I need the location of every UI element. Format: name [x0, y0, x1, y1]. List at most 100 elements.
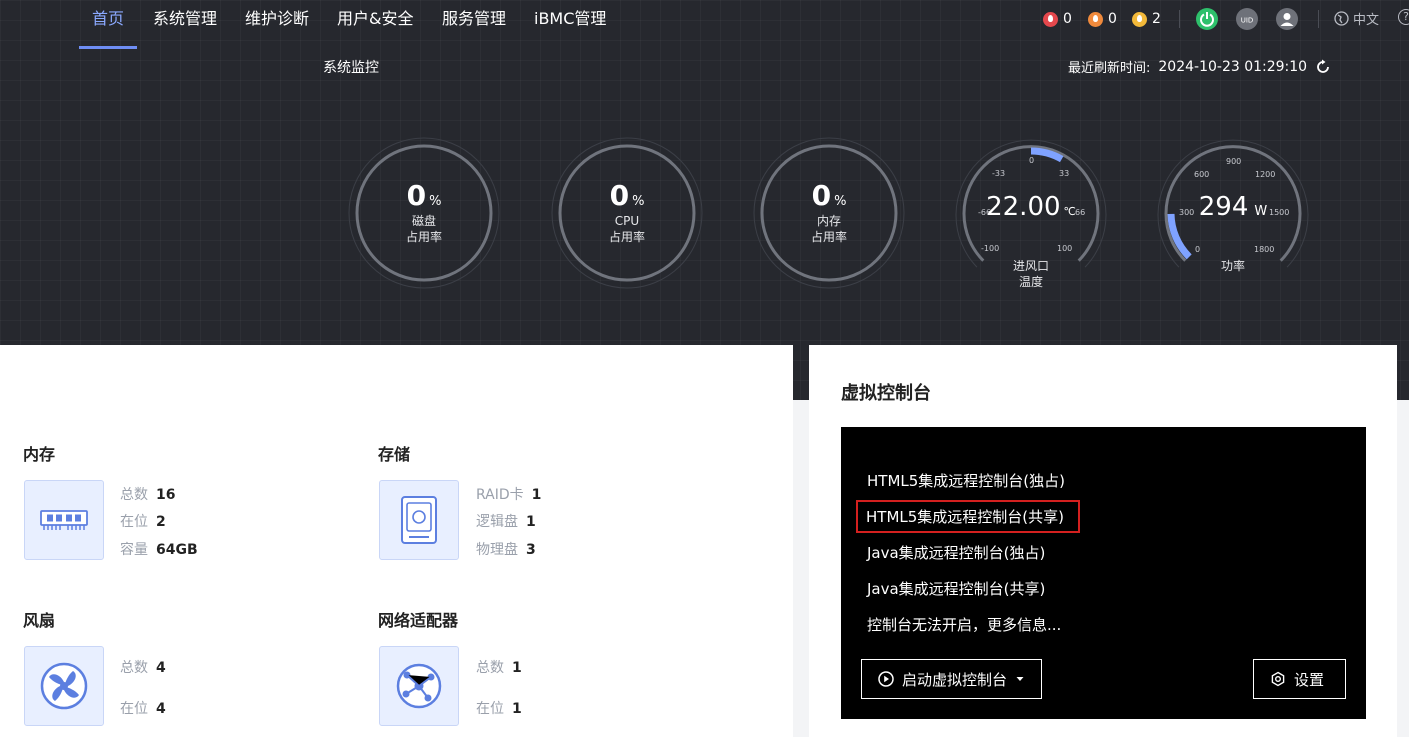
power-tick: 1200 — [1255, 170, 1276, 179]
network-adapter-icon[interactable] — [379, 646, 459, 726]
memory-capacity-value: 64GB — [156, 542, 198, 558]
storage-card-title[interactable]: 存储 — [378, 441, 410, 465]
html5-console-shared-link[interactable]: HTML5集成远程控制台(共享) — [856, 500, 1080, 533]
virtual-console-panel: 虚拟控制台 HTML5集成远程控制台(独占) HTML5集成远程控制台(共享) … — [809, 345, 1397, 737]
nav-home[interactable]: 首页 — [92, 0, 124, 50]
console-settings-label: 设置 — [1294, 670, 1325, 689]
inlet-temperature-value: 22.00 — [986, 192, 1061, 222]
refresh-icon[interactable] — [1315, 59, 1331, 75]
launch-virtual-console-label: 启动虚拟控制台 — [902, 670, 1008, 689]
fan-present-value: 4 — [156, 701, 166, 717]
network-present-label: 在位 — [476, 701, 504, 717]
memory-capacity-label: 容量 — [120, 542, 148, 558]
nav-maintenance-diagnosis[interactable]: 维护诊断 — [245, 0, 309, 50]
fan-total-label: 总数 — [120, 660, 148, 676]
top-navigation: 首页 系统管理 维护诊断 用户&安全 服务管理 iBMC管理 0 0 2 UID… — [0, 0, 1409, 50]
nav-user-security[interactable]: 用户&安全 — [337, 0, 413, 50]
physical-drive-value: 3 — [526, 542, 536, 558]
html5-console-exclusive-link[interactable]: HTML5集成远程控制台(独占) — [867, 470, 1065, 491]
physical-drive-label: 物理盘 — [476, 542, 518, 558]
help-icon[interactable]: ? — [1398, 9, 1409, 25]
memory-card-title[interactable]: 内存 — [23, 441, 55, 465]
network-total-label: 总数 — [476, 660, 504, 676]
disk-usage-value: 0 — [406, 179, 427, 212]
memory-usage-gauge: 0% 内存 占用率 — [753, 137, 905, 289]
temp-tick: -33 — [992, 169, 1006, 178]
disk-usage-sublabel: 占用率 — [405, 230, 442, 244]
user-avatar-icon[interactable] — [1276, 8, 1298, 30]
power-status-icon[interactable] — [1196, 8, 1218, 30]
power-tick: 0 — [1195, 245, 1201, 254]
hardware-overview-panel: 内存 总数 16 在位 2 容量 64GB 存储 RAID卡 1 逻辑盘 1 物理盘 3 风… — [0, 345, 793, 737]
major-alarm-value: 0 — [1108, 11, 1117, 27]
caret-down-icon — [1016, 677, 1024, 681]
power-tick: 900 — [1226, 157, 1242, 166]
memory-usage-sublabel: 占用率 — [810, 230, 847, 244]
logical-drive-label: 逻辑盘 — [476, 514, 518, 530]
system-monitor-title: 系统监控 — [323, 60, 379, 76]
language-switch[interactable]: 中文 — [1334, 9, 1379, 28]
nav-active-indicator — [79, 46, 137, 49]
virtual-console-title: 虚拟控制台 — [841, 383, 931, 404]
console-settings-button[interactable]: 设置 — [1253, 659, 1346, 699]
cpu-usage-value: 0 — [609, 179, 630, 212]
memory-icon[interactable] — [24, 480, 104, 560]
fan-icon[interactable] — [24, 646, 104, 726]
fan-card-title[interactable]: 风扇 — [23, 607, 55, 631]
power-tick: 1800 — [1254, 245, 1275, 254]
globe-icon — [1334, 11, 1349, 26]
power-label: 功率 — [1220, 259, 1245, 273]
refresh-info: 最近刷新时间: 2024-10-23 01:29:10 — [1068, 57, 1331, 76]
gear-icon — [1271, 671, 1285, 687]
raid-card-value: 1 — [531, 487, 542, 503]
nav-ibmc-management[interactable]: iBMC管理 — [534, 0, 606, 50]
cpu-usage-unit: % — [632, 194, 645, 209]
storage-icon[interactable] — [379, 480, 459, 560]
critical-alarm-value: 0 — [1063, 11, 1072, 27]
inlet-temperature-sublabel: 温度 — [1018, 275, 1043, 289]
console-help-link[interactable]: 控制台无法开启，更多信息... — [867, 614, 1061, 635]
nav-service-management[interactable]: 服务管理 — [442, 0, 506, 50]
power-unit: W — [1254, 204, 1268, 219]
cpu-usage-sublabel: 占用率 — [608, 230, 645, 244]
disk-usage-label: 磁盘 — [411, 214, 436, 228]
critical-alarm-icon — [1043, 11, 1058, 27]
header-divider — [1318, 10, 1319, 28]
memory-total-value: 16 — [156, 487, 176, 503]
uid-icon[interactable]: UID — [1236, 8, 1258, 30]
raid-card-label: RAID卡 — [476, 487, 524, 503]
header-divider — [1179, 10, 1180, 28]
major-alarm-count[interactable]: 0 — [1088, 10, 1117, 28]
power-tick: 600 — [1194, 170, 1210, 179]
virtual-console-box: HTML5集成远程控制台(独占) HTML5集成远程控制台(共享) Java集成… — [841, 427, 1366, 719]
refresh-time: 2024-10-23 01:29:10 — [1158, 58, 1308, 75]
inlet-temperature-gauge: -100 -66 -33 0 33 66 100 22.00 ℃ 进风口 温度 — [955, 137, 1107, 289]
critical-alarm-count[interactable]: 0 — [1043, 10, 1072, 28]
java-console-shared-link[interactable]: Java集成远程控制台(共享) — [867, 578, 1045, 599]
network-adapter-card-title[interactable]: 网络适配器 — [378, 607, 458, 631]
memory-usage-unit: % — [834, 194, 847, 209]
disk-usage-gauge: 0% 磁盘 占用率 — [348, 137, 500, 289]
language-label: 中文 — [1353, 13, 1380, 28]
network-total-value: 1 — [512, 660, 522, 676]
minor-alarm-count[interactable]: 2 — [1132, 10, 1161, 28]
svg-text:UID: UID — [1241, 17, 1254, 25]
cpu-usage-gauge: 0% CPU 占用率 — [551, 137, 703, 289]
temp-tick: -100 — [981, 244, 1000, 253]
major-alarm-icon — [1088, 11, 1103, 27]
temp-tick: 0 — [1029, 156, 1035, 165]
launch-virtual-console-button[interactable]: 启动虚拟控制台 — [861, 659, 1043, 699]
fan-total-value: 4 — [156, 660, 166, 676]
memory-usage-label: 内存 — [816, 214, 841, 228]
logical-drive-value: 1 — [526, 514, 536, 530]
minor-alarm-icon — [1132, 11, 1147, 27]
cpu-usage-label: CPU — [614, 214, 640, 228]
power-value: 294 — [1198, 192, 1249, 222]
inlet-temperature-label: 进风口 — [1012, 259, 1049, 273]
memory-present-label: 在位 — [120, 514, 148, 530]
nav-system-management[interactable]: 系统管理 — [153, 0, 217, 50]
java-console-exclusive-link[interactable]: Java集成远程控制台(独占) — [867, 542, 1045, 563]
refresh-label: 最近刷新时间: — [1068, 61, 1151, 76]
temp-tick: 33 — [1059, 169, 1070, 178]
fan-present-label: 在位 — [120, 701, 148, 717]
